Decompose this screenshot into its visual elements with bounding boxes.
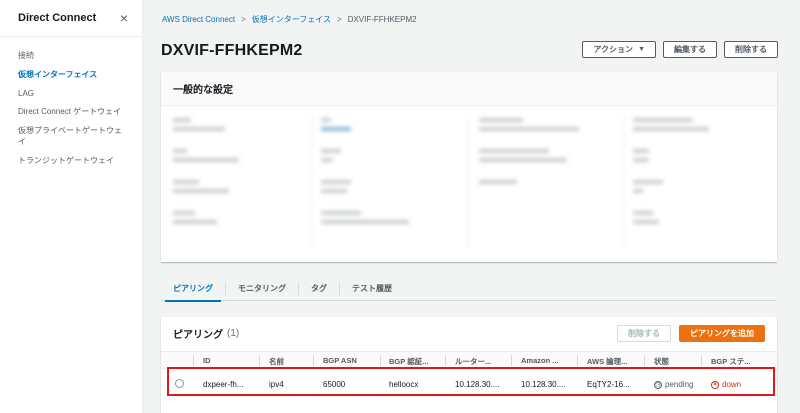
redacted-details xyxy=(161,106,777,262)
sidebar-nav: 接続 仮想インターフェイス LAG Direct Connect ゲートウェイ … xyxy=(0,37,142,171)
chevron-right-icon: > xyxy=(241,15,246,24)
page-title: DXVIF-FFHKEPM2 xyxy=(161,42,303,59)
column-divider xyxy=(511,355,512,366)
sidebar-item-dx-gateway[interactable]: Direct Connect ゲートウェイ xyxy=(0,103,142,122)
column-divider xyxy=(577,355,578,366)
peering-panel: ピアリング (1) 削除する ピアリングを追加 ID 名前 BGP ASN BG… xyxy=(161,317,777,413)
column-header-name[interactable]: 名前 xyxy=(269,356,284,367)
column-divider xyxy=(193,355,194,366)
delete-peering-button[interactable]: 削除する xyxy=(617,324,671,342)
chevron-right-icon: > xyxy=(337,15,342,24)
tabs: ピアリング モニタリング タグ テスト履歴 xyxy=(161,277,777,302)
breadcrumb-link-vif[interactable]: 仮想インターフェイス xyxy=(252,14,331,25)
breadcrumb-current: DXVIF-FFHKEPM2 xyxy=(347,15,417,24)
column-header-amazon[interactable]: Amazon ... xyxy=(521,356,559,365)
column-divider xyxy=(644,355,645,366)
column-header-aws-logical[interactable]: AWS 論理... xyxy=(587,356,627,367)
peering-title: ピアリング xyxy=(173,329,223,341)
peering-actions: 削除する ピアリングを追加 xyxy=(617,324,765,342)
breadcrumb-link-dx[interactable]: AWS Direct Connect xyxy=(162,15,235,24)
column-header-bgp-asn[interactable]: BGP ASN xyxy=(323,356,357,365)
add-peering-button[interactable]: ピアリングを追加 xyxy=(679,324,765,342)
caret-down-icon: ▼ xyxy=(638,46,645,53)
actions-dropdown-button[interactable]: アクション ▼ xyxy=(582,41,656,58)
sidebar: Direct Connect × 接続 仮想インターフェイス LAG Direc… xyxy=(0,0,143,413)
header-actions: アクション ▼ 編集する 削除する xyxy=(582,41,778,58)
sidebar-title: Direct Connect xyxy=(18,12,97,24)
general-settings-panel: 一般的な設定 xyxy=(161,72,777,262)
tab-test-history[interactable]: テスト履歴 xyxy=(340,277,404,301)
row-highlight-annotation xyxy=(167,367,775,396)
tab-peering[interactable]: ピアリング xyxy=(161,277,225,302)
peering-header: ピアリング (1) 削除する ピアリングを追加 xyxy=(161,317,777,349)
column-divider xyxy=(313,355,314,366)
column-header-id[interactable]: ID xyxy=(203,356,211,365)
column-divider xyxy=(701,355,702,366)
column-header-router[interactable]: ルーター... xyxy=(455,356,491,367)
sidebar-item-virtual-interfaces[interactable]: 仮想インターフェイス xyxy=(0,66,142,85)
sidebar-item-connections[interactable]: 接続 xyxy=(0,47,142,66)
sidebar-header: Direct Connect × xyxy=(0,0,142,37)
actions-label: アクション xyxy=(593,45,634,54)
main-content: AWS Direct Connect > 仮想インターフェイス > DXVIF-… xyxy=(143,0,800,413)
tab-tags[interactable]: タグ xyxy=(299,277,339,301)
close-icon[interactable]: × xyxy=(120,10,128,26)
column-divider xyxy=(445,355,446,366)
tab-monitoring[interactable]: モニタリング xyxy=(226,277,298,301)
breadcrumb: AWS Direct Connect > 仮想インターフェイス > DXVIF-… xyxy=(162,14,417,25)
column-divider xyxy=(380,355,381,366)
edit-button[interactable]: 編集する xyxy=(663,41,717,58)
sidebar-item-transit-gateway[interactable]: トランジットゲートウェイ xyxy=(0,152,142,171)
delete-button[interactable]: 削除する xyxy=(724,41,778,58)
column-header-bgp-status[interactable]: BGP ステ... xyxy=(711,356,750,367)
peering-count: (1) xyxy=(227,327,240,339)
general-settings-heading: 一般的な設定 xyxy=(161,72,777,106)
column-header-bgp-auth[interactable]: BGP 認証... xyxy=(389,356,428,367)
sidebar-item-lag[interactable]: LAG xyxy=(0,85,142,104)
column-divider xyxy=(259,355,260,366)
sidebar-item-vpg[interactable]: 仮想プライベートゲートウェ イ xyxy=(0,122,142,152)
column-header-state[interactable]: 状態 xyxy=(654,356,669,367)
